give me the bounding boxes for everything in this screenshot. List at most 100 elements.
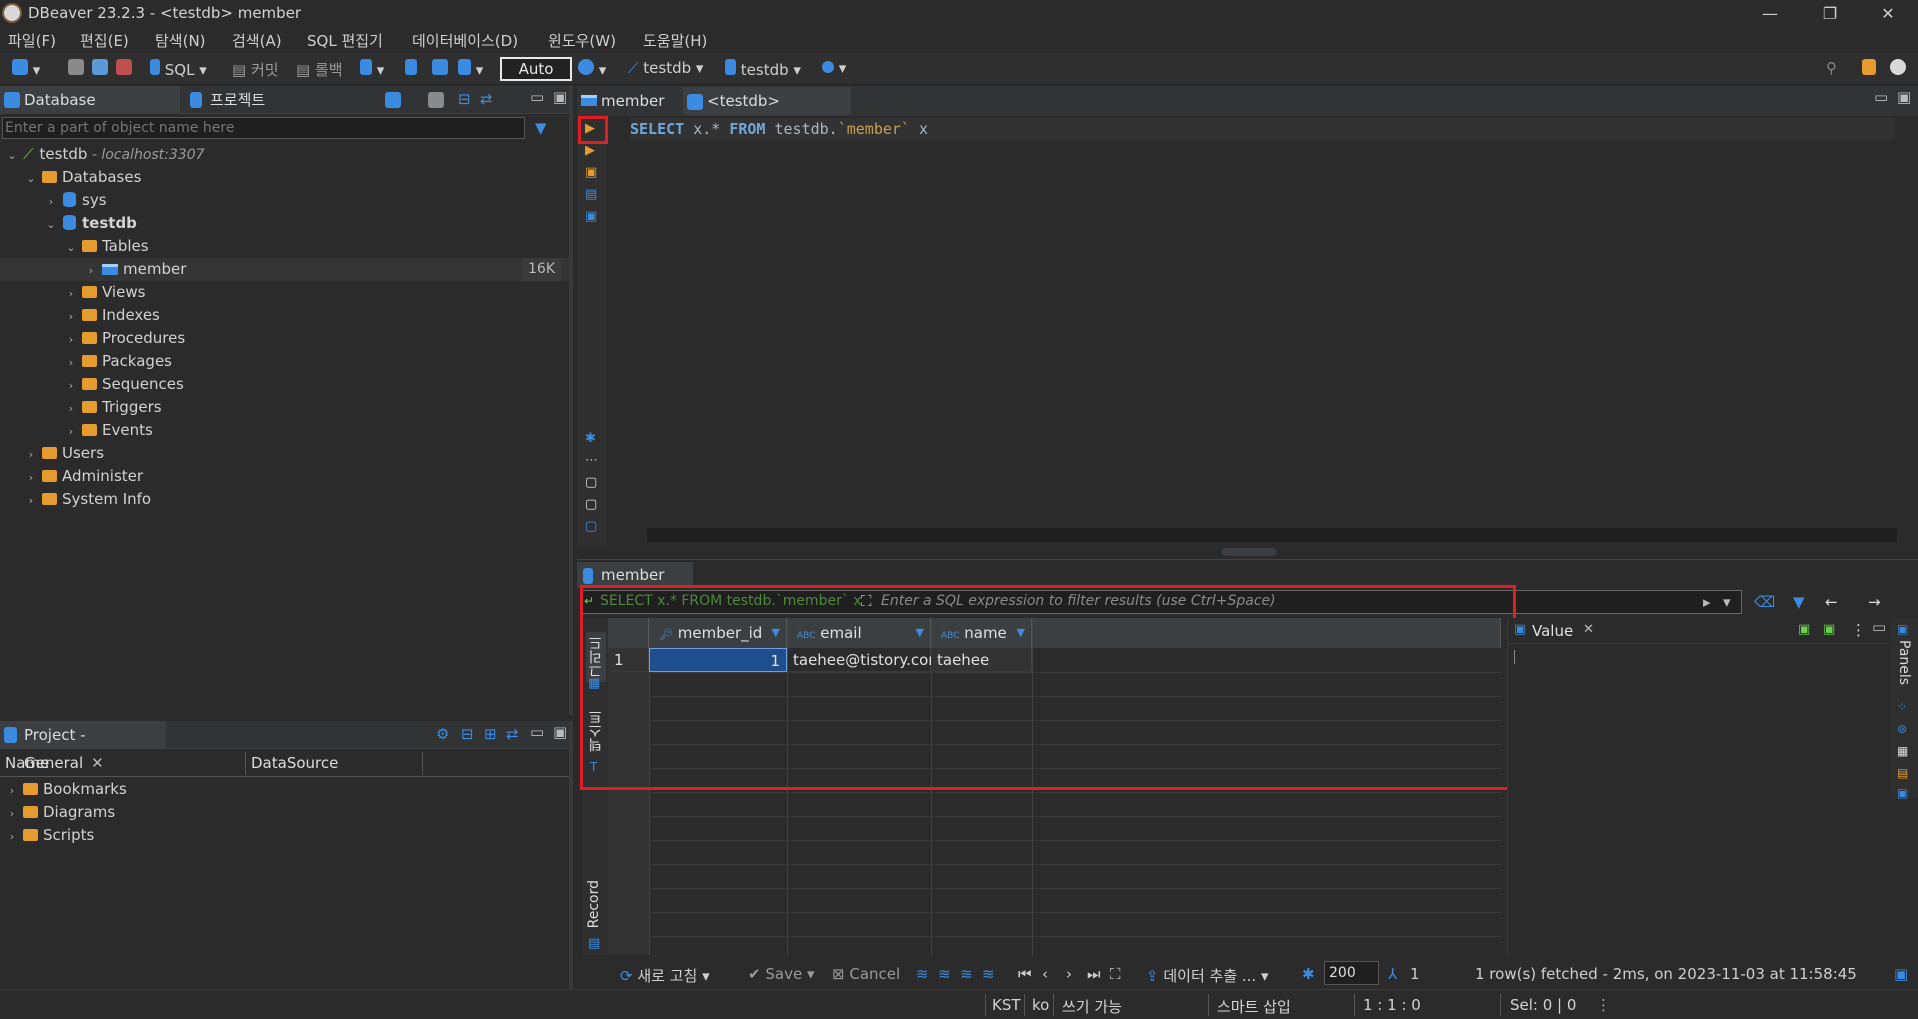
tree-table-member[interactable]: › member 16K <box>0 258 569 281</box>
lock-icon[interactable] <box>405 59 417 75</box>
maximize-panel-icon[interactable]: ▣ <box>553 88 567 106</box>
record-view-tab[interactable]: Record <box>586 880 602 928</box>
save-script-icon[interactable]: ▢ <box>585 519 597 534</box>
project-item-bookmarks[interactable]: › Bookmarks <box>0 778 569 801</box>
transaction-mode-icon[interactable] <box>360 59 372 75</box>
execute-in-new-tab-icon[interactable]: ▶ <box>585 143 595 158</box>
search-icon[interactable] <box>822 61 834 73</box>
chevron-down-icon[interactable]: ⌄ <box>5 144 19 167</box>
tree-administer[interactable]: › Administer <box>0 465 569 488</box>
minimize-panel-icon[interactable]: ▭ <box>530 88 544 106</box>
menu-edit[interactable]: 편집(E) <box>80 30 129 51</box>
sql-editor-button[interactable]: SQL ▾ <box>150 59 207 79</box>
save-button[interactable]: ✔ Save ▾ <box>748 965 815 983</box>
collapse-icon[interactable]: ⊟ <box>461 725 474 743</box>
minimize-editor-icon[interactable]: ▭ <box>1874 88 1888 106</box>
sql-editor[interactable]: ▶ ▶ ▣ ▤ ▣ ✱ ⋯ ▢ ▢ ▢ SELECT x.* FROM test… <box>577 116 1918 546</box>
menu-search[interactable]: 검색(A) <box>232 30 282 51</box>
menu-window[interactable]: 윈도우(W) <box>548 30 616 51</box>
chevron-right-icon[interactable]: › <box>64 282 78 305</box>
delete-row-icon[interactable]: ≋ <box>982 965 995 983</box>
load-script-icon[interactable]: ▢ <box>585 497 597 512</box>
chevron-right-icon[interactable]: › <box>44 190 58 213</box>
maximize-panel-icon[interactable]: ▣ <box>553 723 567 741</box>
transaction-log-icon[interactable] <box>432 59 448 75</box>
filter-history-dropdown-icon[interactable]: ▾ <box>1723 593 1731 611</box>
copy-row-icon[interactable]: ≋ <box>960 965 973 983</box>
refresh-button[interactable]: ⟳ 새로 고침 ▾ <box>620 965 710 986</box>
menu-sql-editor[interactable]: SQL 편집기 <box>307 30 383 51</box>
row-count-icon[interactable]: ⅄ <box>1388 965 1397 983</box>
minimize-value-icon[interactable]: ▭ <box>1872 618 1886 636</box>
tree-connection-testdb[interactable]: ⌄ ⟋ testdb - localhost:3307 <box>0 143 569 166</box>
settings-icon[interactable]: ✱ <box>585 431 596 446</box>
editor-vertical-scrollbar[interactable] <box>1901 118 1915 528</box>
sql-line-1[interactable]: SELECT x.* FROM testdb.`member` x <box>630 118 1895 140</box>
tree-users[interactable]: › Users <box>0 442 569 465</box>
tree-folder-procedures[interactable]: › Procedures <box>0 327 569 350</box>
tree-folder-events[interactable]: › Events <box>0 419 569 442</box>
chevron-right-icon[interactable]: › <box>64 328 78 351</box>
chevron-right-icon[interactable]: › <box>64 305 78 328</box>
splitter-handle[interactable] <box>1222 548 1276 556</box>
panels-tab[interactable]: Panels <box>1896 640 1912 685</box>
project-item-scripts[interactable]: › Scripts <box>0 824 569 847</box>
chevron-right-icon[interactable]: › <box>5 825 19 848</box>
execute-script-icon[interactable]: ▣ <box>585 165 597 180</box>
menu-navigate[interactable]: 탐색(N) <box>155 30 206 51</box>
configure-icon[interactable]: ⚙ <box>436 725 449 743</box>
chevron-right-icon[interactable]: › <box>24 443 38 466</box>
chevron-right-icon[interactable]: › <box>84 259 98 282</box>
minimize-panel-icon[interactable]: ▭ <box>530 723 544 741</box>
explain-plan-icon[interactable]: ▤ <box>585 187 597 202</box>
tree-tables[interactable]: ⌄ Tables <box>0 235 569 258</box>
perspective-icon[interactable] <box>1862 59 1876 75</box>
column-header-datasource[interactable]: DataSource <box>246 752 423 775</box>
last-page-icon[interactable]: ⏭ <box>1087 965 1101 983</box>
panel-toggle-icon[interactable]: ▣ <box>1894 965 1908 983</box>
edit-cell-icon[interactable]: ≋ <box>916 965 929 983</box>
filter-settings-icon[interactable]: ▼ <box>1793 593 1805 611</box>
first-page-icon[interactable]: ⏮ <box>1018 965 1032 983</box>
references-icon[interactable]: ▦ <box>1897 744 1908 758</box>
tree-folder-triggers[interactable]: › Triggers <box>0 396 569 419</box>
status-menu-icon[interactable]: ⋮ <box>1596 996 1611 1014</box>
back-icon[interactable]: ← <box>1825 593 1838 611</box>
tree-folder-sequences[interactable]: › Sequences <box>0 373 569 396</box>
metadata-icon[interactable]: ⁘ <box>1897 700 1907 714</box>
project-item-diagrams[interactable]: › Diagrams <box>0 801 569 824</box>
prev-page-icon[interactable]: ‹ <box>1042 965 1048 983</box>
fetch-all-icon[interactable]: ⛶ <box>1110 965 1121 983</box>
commit-button[interactable]: ▤ 커밋 <box>232 59 279 80</box>
rollback-button[interactable]: ▤ 롤백 <box>296 59 343 80</box>
menu-file[interactable]: 파일(F) <box>8 30 56 51</box>
column-header-name[interactable]: Name <box>0 752 246 775</box>
grouping-icon[interactable]: ⊚ <box>1897 722 1907 736</box>
tab-project[interactable]: 프로젝트 <box>186 86 286 114</box>
maximize-editor-icon[interactable]: ▣ <box>1897 88 1911 106</box>
cancel-button[interactable]: ⊠ Cancel <box>832 965 900 983</box>
tab-sql-editor[interactable]: <testdb> member✕ <box>683 87 851 138</box>
tab-project-general[interactable]: Project - General ✕ <box>0 721 166 772</box>
tree-db-testdb[interactable]: ⌄ testdb <box>0 212 569 235</box>
close-window-button[interactable]: ✕ <box>1858 0 1918 27</box>
tab-database-navigator[interactable]: Database Navigator✕ <box>0 86 180 137</box>
fetch-size-input[interactable] <box>1324 961 1379 985</box>
eraser-icon[interactable]: ⌫ <box>1754 593 1775 611</box>
chevron-right-icon[interactable]: › <box>5 779 19 802</box>
tree-folder-views[interactable]: › Views <box>0 281 569 304</box>
tree-databases[interactable]: ⌄ Databases <box>0 166 569 189</box>
close-icon[interactable]: ✕ <box>1583 622 1594 637</box>
restore-button[interactable]: ❐ <box>1800 0 1860 27</box>
connection-selector[interactable]: ⟋ testdb ▾ <box>628 59 703 77</box>
collapse-all-icon[interactable]: ⊟ <box>458 90 471 108</box>
menu-help[interactable]: 도움말(H) <box>643 30 707 51</box>
add-row-icon[interactable]: ≋ <box>938 965 951 983</box>
terminal-icon[interactable]: ▣ <box>585 209 597 224</box>
apply-filter-icon[interactable]: ▸ <box>1703 593 1711 611</box>
chevron-right-icon[interactable]: › <box>64 397 78 420</box>
chevron-down-icon[interactable]: ⌄ <box>44 213 58 236</box>
tab-member[interactable]: member <box>577 87 679 115</box>
tree-folder-packages[interactable]: › Packages <box>0 350 569 373</box>
invalidate-icon[interactable] <box>92 59 108 75</box>
